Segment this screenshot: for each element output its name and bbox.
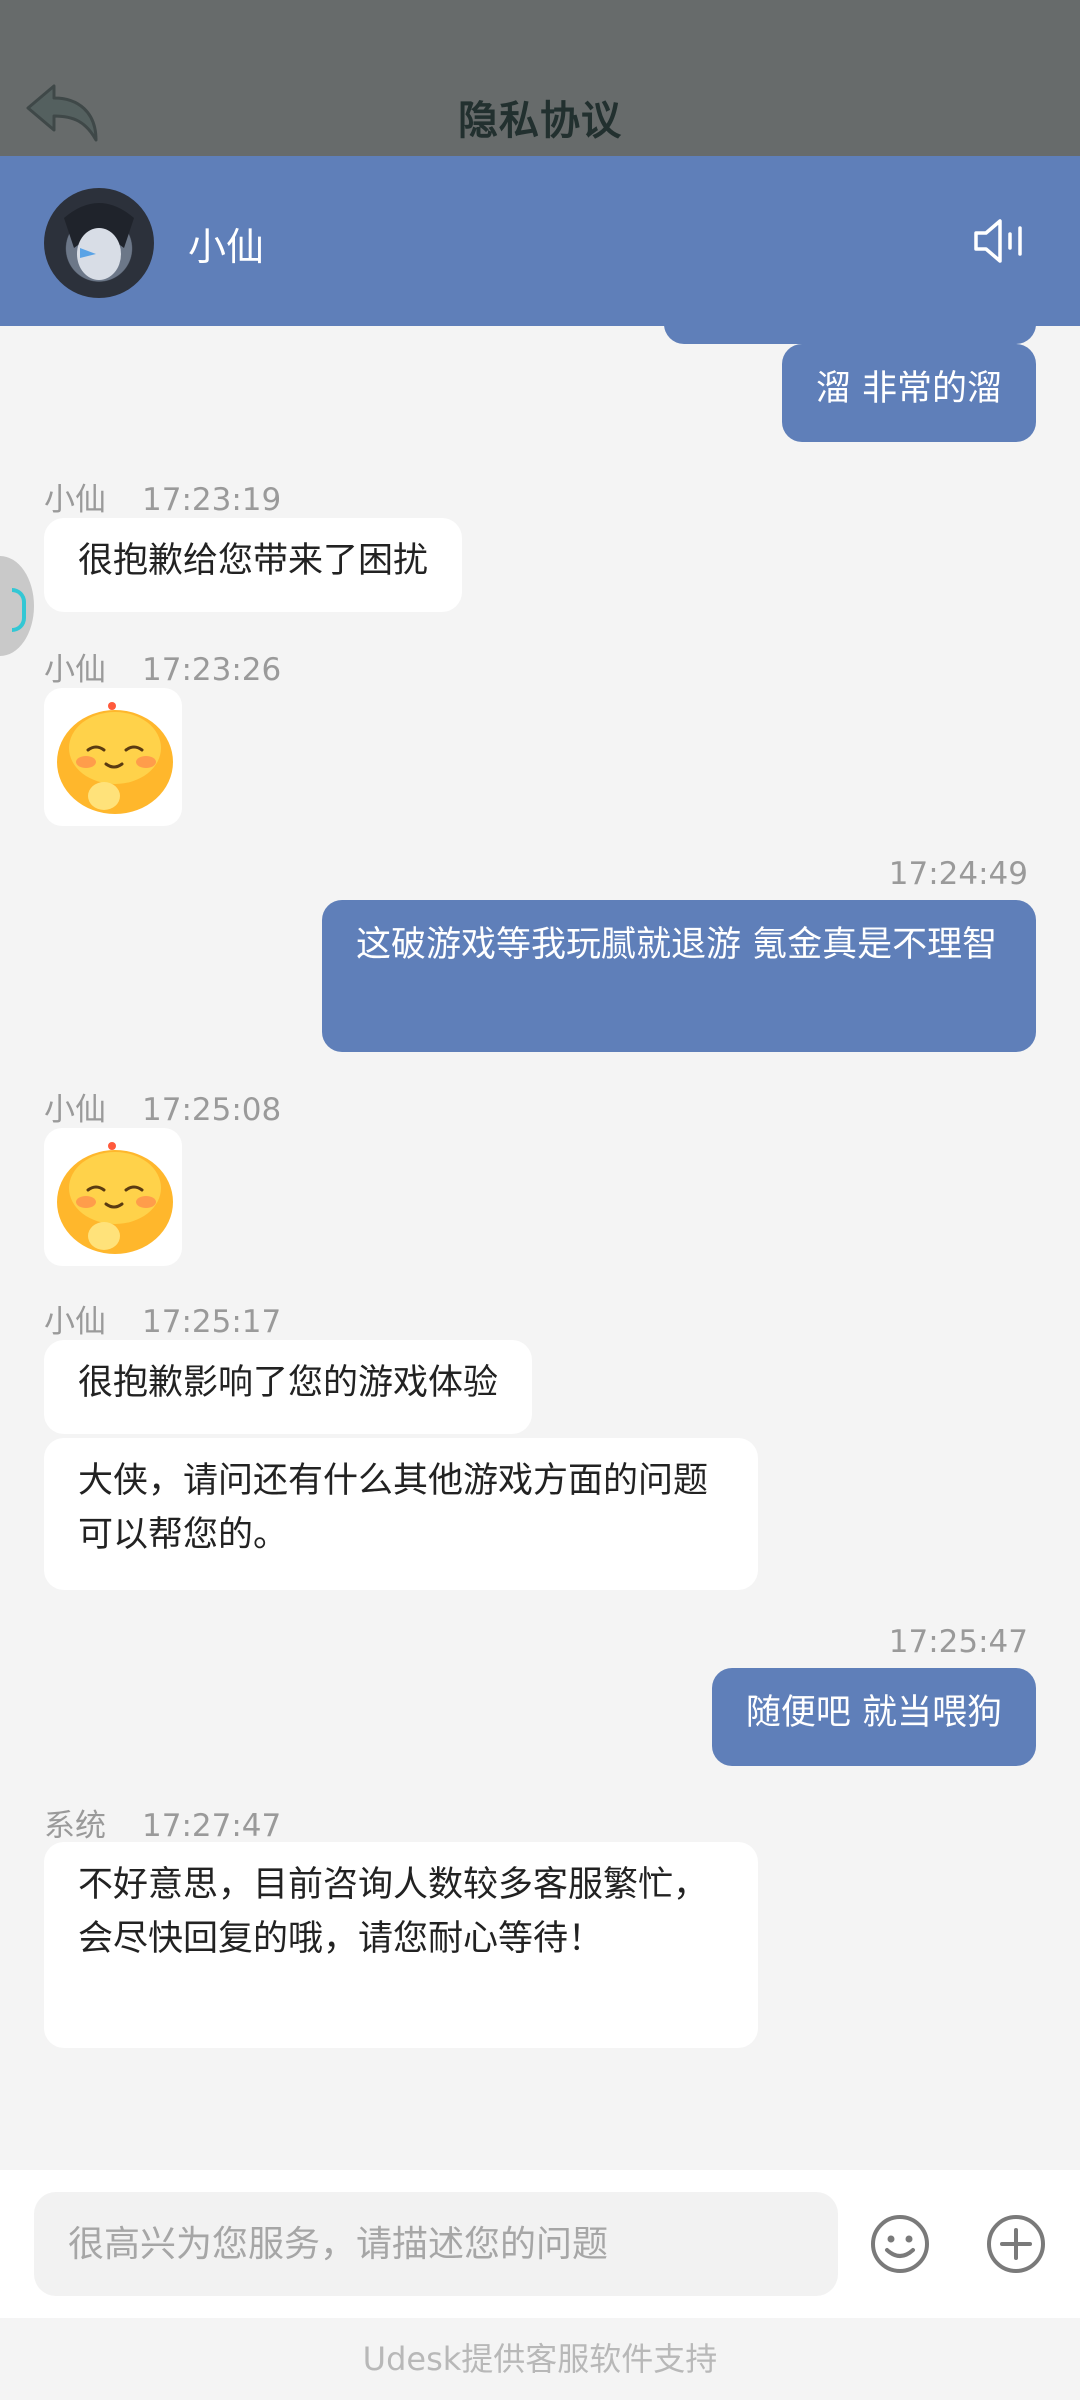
message-time: 17:24:49 [888, 856, 1028, 892]
incoming-bubble[interactable]: 大侠，请问还有什么其他游戏方面的问题可以帮您的。 [44, 1438, 758, 1590]
emoji-icon[interactable] [868, 2212, 932, 2276]
message-time: 17:25:08 [142, 1092, 282, 1128]
sticker-message[interactable] [44, 688, 182, 826]
message-time: 17:27:47 [142, 1808, 282, 1844]
privacy-topbar: 隐私协议 [0, 0, 1080, 156]
agent-name: 小仙 [188, 225, 265, 269]
message-time: 17:25:17 [142, 1304, 282, 1340]
message-meta: 小仙 17:23:26 [44, 644, 281, 689]
message-time: 17:25:47 [888, 1624, 1028, 1660]
sticker-message[interactable] [44, 1128, 182, 1266]
outgoing-bubble-partial[interactable] [664, 326, 1036, 344]
emoji-sticker-icon [57, 702, 173, 814]
speaker-icon[interactable] [972, 216, 1026, 266]
message-meta: 小仙 17:23:19 [44, 474, 281, 519]
incoming-bubble[interactable]: 不好意思，目前咨询人数较多客服繁忙，会尽快回复的哦，请您耐心等待！ [44, 1842, 758, 2048]
page-title: 隐私协议 [458, 98, 622, 144]
sender-name: 小仙 [44, 652, 106, 688]
message-meta: 小仙 17:25:08 [44, 1084, 281, 1129]
outgoing-bubble[interactable]: 这破游戏等我玩腻就退游 氪金真是不理智 [322, 900, 1036, 1052]
agent-avatar[interactable] [44, 188, 154, 298]
plus-icon[interactable] [984, 2212, 1048, 2276]
message-list[interactable]: 溜 非常的溜 小仙 17:23:19 很抱歉给您带来了困扰 小仙 17:23:26 … [0, 326, 1080, 2170]
sender-name: 小仙 [44, 482, 106, 518]
incoming-bubble[interactable]: 很抱歉给您带来了困扰 [44, 518, 463, 612]
powered-by-footer: Udesk提供客服软件支持 [0, 2318, 1080, 2400]
message-time: 17:23:19 [142, 482, 282, 518]
outgoing-bubble[interactable]: 溜 非常的溜 [781, 344, 1036, 442]
chat-header: 小仙 [0, 156, 1080, 326]
message-meta: 小仙 17:25:17 [44, 1296, 281, 1341]
incoming-bubble[interactable]: 很抱歉影响了您的游戏体验 [44, 1340, 533, 1434]
avatar-image [64, 203, 134, 280]
input-bar [0, 2170, 1080, 2318]
sender-name: 小仙 [44, 1304, 106, 1340]
message-input[interactable] [34, 2192, 838, 2296]
sender-name: 小仙 [44, 1092, 106, 1128]
outgoing-bubble[interactable]: 随便吧 就当喂狗 [711, 1668, 1036, 1766]
message-meta: 系统 17:27:47 [44, 1800, 281, 1845]
message-time: 17:23:26 [142, 652, 282, 688]
emoji-sticker-icon [57, 1142, 173, 1254]
sender-name: 系统 [44, 1808, 106, 1844]
